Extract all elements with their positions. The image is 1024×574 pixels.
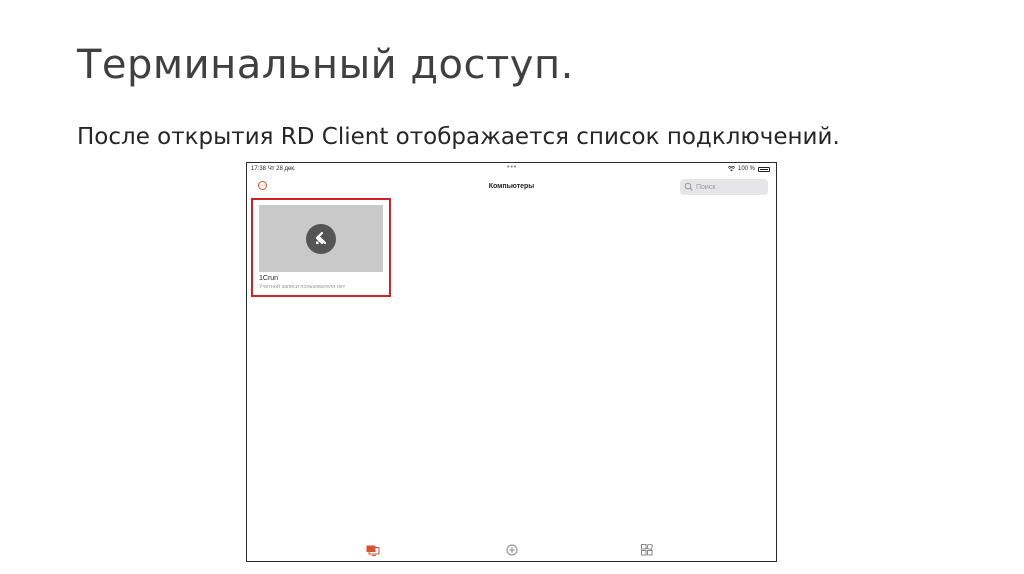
add-icon (506, 544, 518, 556)
status-bar: 17:38 Чт 28 дек. ••• 100 % (247, 163, 776, 174)
tab-desktops[interactable] (366, 544, 380, 556)
connection-subtitle: Учетной записи пользователя нет (259, 284, 346, 290)
battery-percent: 100 % (737, 166, 755, 172)
tab-bar (247, 539, 776, 561)
desktops-icon (366, 545, 380, 556)
status-time: 17:38 Чт 28 дек. (251, 166, 296, 172)
tab-add[interactable] (505, 544, 519, 556)
connection-card-highlight[interactable]: 1Crun Учетной записи пользователя нет (251, 198, 391, 297)
battery-icon (758, 166, 770, 172)
status-right: 100 % (727, 166, 770, 172)
search-icon (684, 182, 693, 191)
slide-body-text: После открытия RD Client отображается сп… (77, 124, 840, 150)
ipad-screenshot: 17:38 Чт 28 дек. ••• 100 % ··· Компьютер… (246, 162, 777, 562)
remote-desktop-icon (306, 223, 336, 254)
multitasking-dots[interactable]: ••• (507, 164, 517, 171)
slide: Терминальный доступ. После открытия RD C… (0, 0, 1024, 574)
connection-thumbnail[interactable] (259, 205, 383, 272)
search-input[interactable]: Поиск (680, 179, 768, 195)
status-date-value: Чт 28 дек. (267, 166, 296, 172)
slide-title: Терминальный доступ. (77, 42, 574, 88)
tab-apps[interactable] (640, 544, 654, 556)
wifi-icon (727, 166, 735, 172)
connection-name: 1Crun (259, 275, 279, 282)
status-time-value: 17:38 (251, 166, 267, 172)
search-placeholder: Поиск (696, 183, 716, 191)
navigation-bar: ··· Компьютеры Поиск (247, 175, 776, 197)
apps-icon (641, 544, 653, 556)
